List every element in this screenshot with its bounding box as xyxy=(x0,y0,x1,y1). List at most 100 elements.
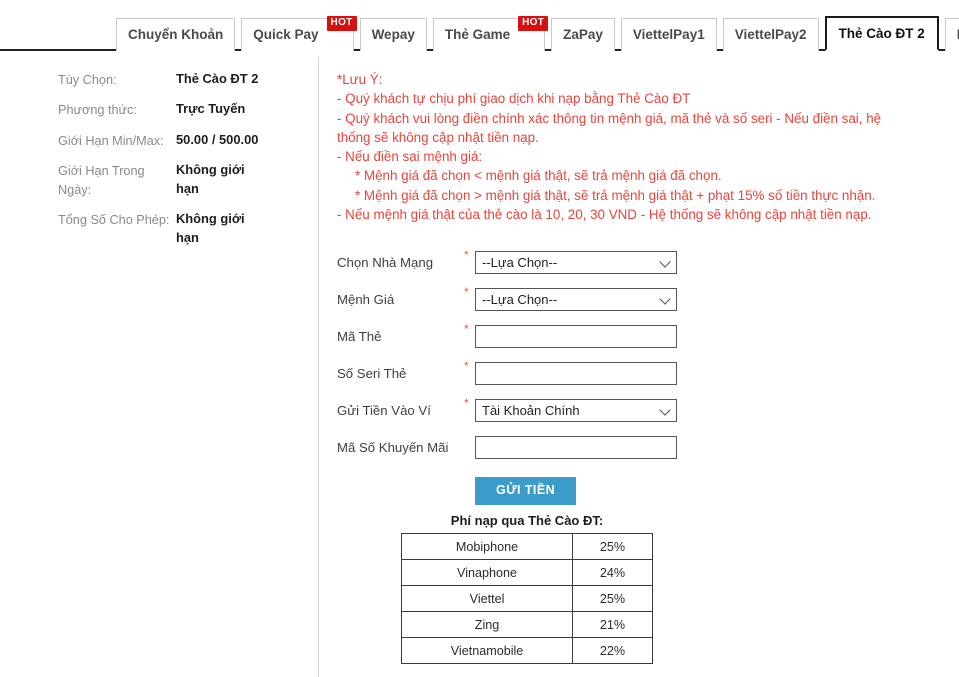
info-row: Giới Hạn Trong Ngày: Không giới hạn xyxy=(58,161,308,199)
tab-viettelpay1[interactable]: ViettelPay1 xyxy=(620,18,717,51)
info-label: Tùy Chọn: xyxy=(58,73,117,87)
info-label: Phương thức: xyxy=(58,103,137,118)
table-row: Mobiphone 25% xyxy=(400,533,653,560)
provider-fee: 25% xyxy=(572,533,653,560)
field-control xyxy=(475,325,677,348)
submit-deposit-button[interactable]: GỬI TIỀN xyxy=(475,477,577,505)
tab-chuy-n-kho-n[interactable]: Chuyển Khoản xyxy=(116,18,236,51)
field-control: --Lựa Chọn-- xyxy=(475,288,677,311)
info-value: Thẻ Cào ĐT 2 xyxy=(176,71,259,86)
field-label: Mệnh Giá xyxy=(337,292,395,307)
provider-name: Vinaphone xyxy=(400,559,574,586)
required-marker: * xyxy=(464,322,469,336)
info-value: Không giới hạn xyxy=(176,211,245,245)
notice-line: * Mệnh giá đã chọn < mệnh giá thật, sẽ t… xyxy=(355,168,722,184)
form-row: Chọn Nhà Mạng * --Lựa Chọn-- xyxy=(337,244,757,281)
form-row: Gửi Tiền Vào Ví * Tài Khoản Chính xyxy=(337,392,757,429)
table-row: Zing 21% xyxy=(400,611,653,638)
select-ch-n-nh-m-ng[interactable]: --Lựa Chọn-- xyxy=(475,251,677,274)
table-row: Vietnamobile 22% xyxy=(400,637,653,664)
form-row: Mệnh Giá * --Lựa Chọn-- xyxy=(337,281,757,318)
field-control: Tài Khoản Chính xyxy=(475,399,677,422)
tab-label: ViettelPay2 xyxy=(734,27,807,43)
deposit-form: Chọn Nhà Mạng * --Lựa Chọn-- Mệnh Giá * --Lựa… xyxy=(337,244,757,505)
tab-zapay[interactable]: ZaPay xyxy=(551,18,615,51)
notice-line: - Nếu điền sai mệnh giá: xyxy=(337,149,483,165)
required-marker xyxy=(464,429,475,433)
form-row: Mã Số Khuyến Mãi xyxy=(337,429,757,466)
info-row: Giới Hạn Min/Max: 50.00 / 500.00 xyxy=(58,131,308,150)
table-row: Viettel 25% xyxy=(400,585,653,612)
fee-table: Mobiphone 25% Vinaphone 24% Viettel 25% Zing 21… xyxy=(400,533,653,664)
field-control xyxy=(475,362,677,385)
chevron-down-icon xyxy=(659,403,671,416)
info-row: Phương thức: Trực Tuyến xyxy=(58,100,308,119)
table-row: Vinaphone 24% xyxy=(400,559,653,586)
provider-name: Vietnamobile xyxy=(400,637,574,664)
hot-badge: HOT xyxy=(518,16,549,31)
notice-line: *Lưu Ý: xyxy=(337,72,383,87)
info-label: Giới Hạn Trong Ngày: xyxy=(58,164,145,197)
deposit-info-panel: Tùy Chọn: Thẻ Cào ĐT 2 Phương thức: Trực Tu… xyxy=(58,70,308,258)
field-label: Mã Thẻ xyxy=(337,329,382,344)
tab-label: Quick Pay xyxy=(253,27,319,43)
provider-name: Zing xyxy=(400,611,574,638)
tab-mopay[interactable]: Mopay xyxy=(944,18,959,51)
tab-wepay[interactable]: Wepay xyxy=(359,18,427,51)
input-s-seri-th[interactable] xyxy=(475,362,677,385)
info-value: Trực Tuyến xyxy=(176,101,246,117)
provider-fee: 21% xyxy=(572,611,653,638)
tab-label: Chuyển Khoản xyxy=(128,27,224,43)
tab-quick-pay[interactable]: Quick Pay HOT xyxy=(241,16,357,51)
info-row: Tùy Chọn: Thẻ Cào ĐT 2 xyxy=(58,70,308,89)
info-value: 50.00 / 500.00 xyxy=(176,131,259,147)
payment-method-tabstrip: Chuyển Khoản Quick Pay HOT Wepay Thẻ Game HOT… xyxy=(0,0,959,51)
tab-label: Thẻ Cào ĐT 2 xyxy=(838,25,925,41)
fee-table-section: Phí nạp qua Thẻ Cào ĐT: Mobiphone 25% Vina… xyxy=(400,513,653,664)
provider-name: Mobiphone xyxy=(400,533,574,560)
info-row: Tổng Số Cho Phép: Không giới hạn xyxy=(58,210,308,247)
panel-divider xyxy=(318,57,319,677)
form-row: Số Seri Thẻ * xyxy=(337,355,757,392)
field-control xyxy=(475,436,677,459)
required-marker: * xyxy=(464,248,469,262)
notice-line: - Nếu mệnh giá thật của thẻ cào là 10, 2… xyxy=(337,207,872,223)
provider-fee: 24% xyxy=(572,559,653,586)
tab-label: Thẻ Game xyxy=(444,27,511,43)
field-label: Mã Số Khuyến Mãi xyxy=(337,440,449,455)
select-value: --Lựa Chọn-- xyxy=(482,292,558,307)
tab-viettelpay2[interactable]: ViettelPay2 xyxy=(722,18,819,51)
tab-th-game[interactable]: Thẻ Game HOT xyxy=(432,16,549,51)
notice-line: * Mệnh giá đã chọn > mệnh giá thật, sẽ t… xyxy=(355,187,876,203)
submit-row: GỬI TIỀN xyxy=(337,477,757,505)
info-label: Giới Hạn Min/Max: xyxy=(58,133,164,148)
tab-label: Wepay xyxy=(371,27,415,43)
info-label: Tổng Số Cho Phép: xyxy=(58,213,170,228)
notice-line: - Quý khách tự chịu phí giao dịch khi nạ… xyxy=(337,91,691,107)
notice-line: - Quý khách vui lòng điền chính xác thôn… xyxy=(337,110,882,145)
required-marker: * xyxy=(464,359,469,373)
select-value: --Lựa Chọn-- xyxy=(482,255,558,270)
select-g-i-ti-n-v-o-v[interactable]: Tài Khoản Chính xyxy=(475,399,677,422)
tab-th-c-o-t-2[interactable]: Thẻ Cào ĐT 2 xyxy=(824,16,939,51)
important-notice: *Lưu Ý: - Quý khách tự chịu phí giao dịch… xyxy=(337,70,917,224)
tab-label: ZaPay xyxy=(563,27,603,43)
payment-method-tabs: Chuyển Khoản Quick Pay HOT Wepay Thẻ Game HOT… xyxy=(116,16,959,51)
field-label: Số Seri Thẻ xyxy=(337,366,407,381)
select-m-nh-gi[interactable]: --Lựa Chọn-- xyxy=(475,288,677,311)
field-label: Chọn Nhà Mạng xyxy=(337,255,434,270)
input-m-s-khuy-n-m-i[interactable] xyxy=(475,436,677,459)
hot-badge: HOT xyxy=(326,16,357,31)
required-marker: * xyxy=(464,285,469,299)
provider-fee: 25% xyxy=(572,585,653,612)
info-value: Không giới hạn xyxy=(176,162,245,196)
chevron-down-icon xyxy=(659,292,671,305)
required-marker: * xyxy=(464,396,469,410)
input-m-th[interactable] xyxy=(475,325,677,348)
field-control: --Lựa Chọn-- xyxy=(475,251,677,274)
provider-fee: 22% xyxy=(572,637,653,664)
tab-label: ViettelPay1 xyxy=(632,27,705,43)
chevron-down-icon xyxy=(659,255,671,268)
field-label: Gửi Tiền Vào Ví xyxy=(337,403,431,418)
select-value: Tài Khoản Chính xyxy=(482,403,580,418)
